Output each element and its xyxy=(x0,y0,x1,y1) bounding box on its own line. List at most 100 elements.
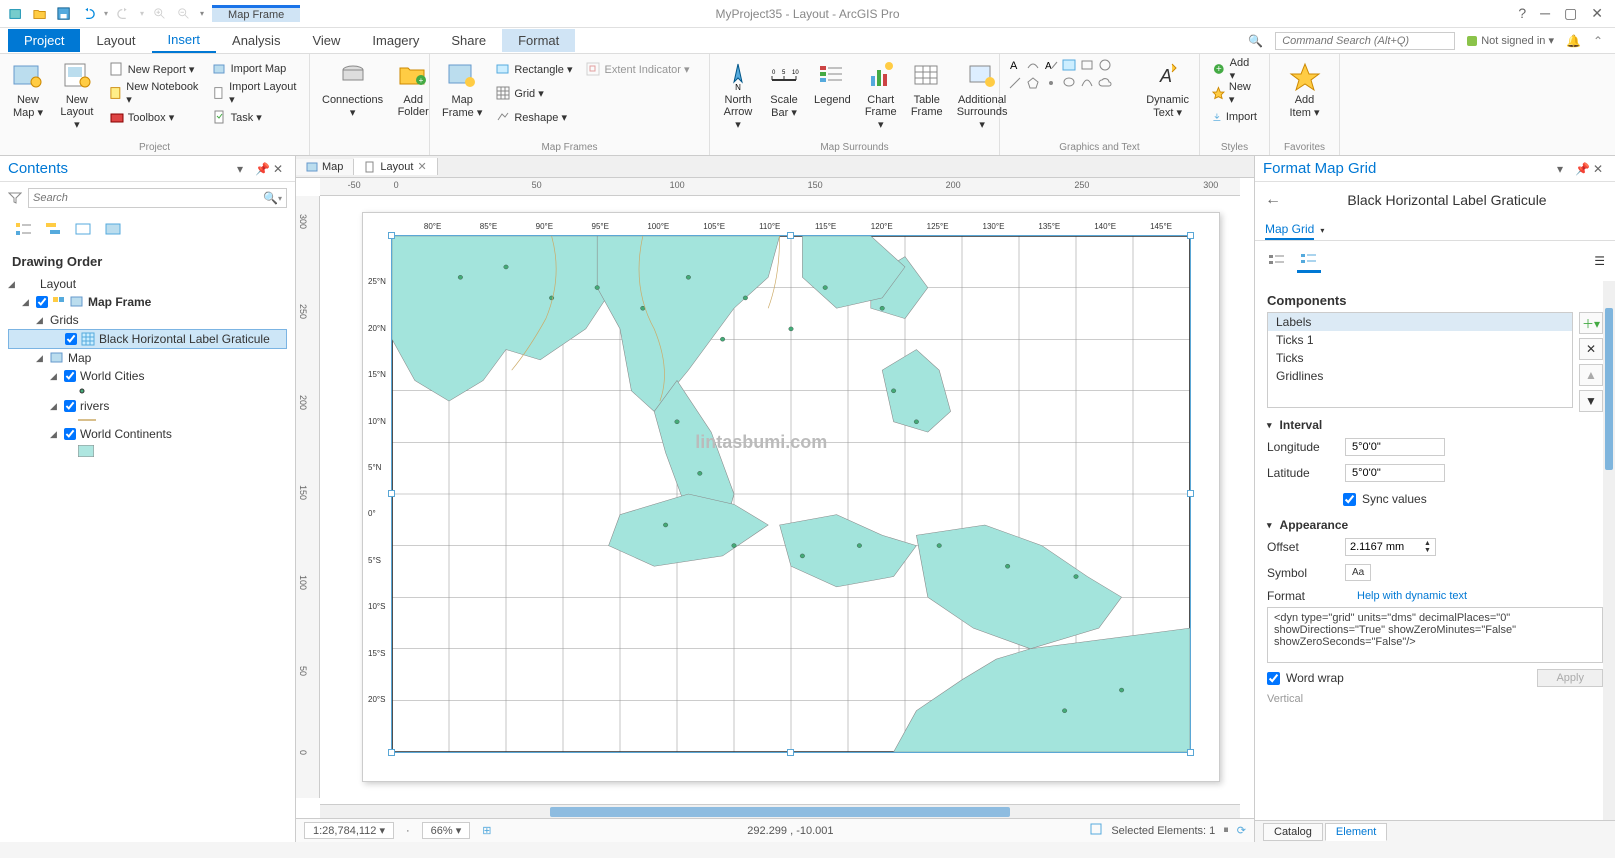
word-wrap-checkbox[interactable] xyxy=(1267,672,1280,685)
scale-field[interactable]: 1:28,784,112 ▾ xyxy=(304,822,394,839)
format-pin-icon[interactable]: 📌 xyxy=(1575,162,1589,176)
toolbox-button[interactable]: Toolbox ▾ xyxy=(106,106,203,128)
new-layout-button[interactable]: New Layout ▾ xyxy=(54,58,100,133)
move-up-button[interactable]: ▲ xyxy=(1579,364,1603,386)
components-list[interactable]: Labels Ticks 1 Ticks Gridlines xyxy=(1267,312,1573,408)
rectangle-button[interactable]: Rectangle ▾ xyxy=(492,58,576,80)
table-frame-button[interactable]: Table Frame xyxy=(907,58,947,120)
add-component-button[interactable]: ＋▾ xyxy=(1579,312,1603,334)
doc-tab-map[interactable]: Map xyxy=(296,159,354,175)
open-project-icon[interactable] xyxy=(32,7,48,21)
help-icon[interactable]: ? xyxy=(1518,5,1526,22)
import-layout-button[interactable]: Import Layout ▾ xyxy=(209,82,301,104)
tree-grids[interactable]: ◢Grids xyxy=(8,311,287,329)
doc-tab-layout[interactable]: Layout✕ xyxy=(354,158,437,175)
styles-add-button[interactable]: +Add ▾ xyxy=(1208,58,1261,80)
text-straight-icon[interactable]: A xyxy=(1044,58,1058,72)
layout-canvas[interactable]: -50 0 50 100 150 200 250 300 300 250 200… xyxy=(296,178,1254,818)
add-folder-button[interactable]: +Add Folder xyxy=(393,58,433,120)
connections-button[interactable]: Connections ▾ xyxy=(318,58,387,121)
component-gridlines[interactable]: Gridlines xyxy=(1268,367,1572,385)
new-project-icon[interactable] xyxy=(8,7,24,21)
search-icon[interactable]: 🔍 xyxy=(263,191,278,205)
rivers-checkbox[interactable] xyxy=(64,400,76,412)
format-menu-icon[interactable]: ▾ xyxy=(1557,162,1571,176)
maximize-icon[interactable]: ▢ xyxy=(1564,5,1577,22)
tree-graticule[interactable]: Black Horizontal Label Graticule xyxy=(8,329,287,349)
close-icon[interactable]: ✕ xyxy=(1591,5,1603,22)
tab-share[interactable]: Share xyxy=(435,29,502,52)
tree-rivers-symbol[interactable] xyxy=(8,415,287,425)
tab-imagery[interactable]: Imagery xyxy=(356,29,435,52)
tree-continents-symbol[interactable] xyxy=(8,443,287,459)
command-search-input[interactable] xyxy=(1275,32,1455,50)
component-ticks1[interactable]: Ticks 1 xyxy=(1268,331,1572,349)
offset-input[interactable] xyxy=(1350,541,1420,553)
reshape-button[interactable]: Reshape ▾ xyxy=(492,106,576,128)
view-by-data-source-icon[interactable] xyxy=(42,218,66,242)
tab-format[interactable]: Format xyxy=(502,29,575,52)
contents-search-input[interactable] xyxy=(33,192,263,204)
appearance-section[interactable]: Appearance xyxy=(1267,512,1603,534)
component-ticks[interactable]: Ticks xyxy=(1268,349,1572,367)
tree-map[interactable]: ◢Map xyxy=(8,349,287,367)
layout-page[interactable]: lintasbumi.com 80°E85°E90°E95°E100°E105°… xyxy=(362,212,1220,782)
import-map-button[interactable]: Import Map xyxy=(209,58,301,80)
styles-new-button[interactable]: New ▾ xyxy=(1208,82,1261,104)
view-by-drawing-order-icon[interactable] xyxy=(12,218,36,242)
burger-menu-icon[interactable]: ☰ xyxy=(1594,254,1605,268)
text-curved-icon[interactable] xyxy=(1026,58,1040,72)
format-scrollbar[interactable] xyxy=(1603,281,1615,820)
zoom-in-icon[interactable] xyxy=(152,7,168,21)
options-view-icon[interactable] xyxy=(1265,249,1289,273)
component-labels[interactable]: Labels xyxy=(1268,313,1572,331)
notifications-icon[interactable]: 🔔 xyxy=(1566,34,1581,48)
cloud-icon[interactable] xyxy=(1098,76,1112,90)
tab-view[interactable]: View xyxy=(296,29,356,52)
signin-button[interactable]: Not signed in ▾ xyxy=(1467,34,1554,47)
tree-map-frame[interactable]: ◢Map Frame xyxy=(8,293,287,311)
map-frame-checkbox[interactable] xyxy=(36,296,48,308)
zoom-field[interactable]: 66% ▾ xyxy=(422,822,471,839)
back-icon[interactable]: ← xyxy=(1265,191,1281,209)
filter-icon[interactable] xyxy=(8,191,22,205)
horizontal-scrollbar[interactable] xyxy=(320,804,1240,818)
graticule-checkbox[interactable] xyxy=(65,333,77,345)
continents-checkbox[interactable] xyxy=(64,428,76,440)
format-textbox[interactable]: <dyn type="grid" units="dms" decimalPlac… xyxy=(1267,607,1603,663)
extent-indicator-button[interactable]: Extent Indicator ▾ xyxy=(582,58,693,80)
new-map-button[interactable]: New Map ▾ xyxy=(8,58,48,121)
rectangle-icon[interactable] xyxy=(1080,58,1094,72)
tree-cities-symbol[interactable] xyxy=(8,385,287,397)
add-item-button[interactable]: Add Item ▾ xyxy=(1278,58,1331,121)
tree-rivers[interactable]: ◢rivers xyxy=(8,397,287,415)
undo-icon[interactable] xyxy=(80,7,96,21)
canvas-inner[interactable]: lintasbumi.com 80°E85°E90°E95°E100°E105°… xyxy=(320,196,1240,798)
map-frame-element[interactable]: lintasbumi.com 80°E85°E90°E95°E100°E105°… xyxy=(391,235,1191,753)
cities-checkbox[interactable] xyxy=(64,370,76,382)
lasso-icon[interactable] xyxy=(1062,76,1076,90)
picture-icon[interactable] xyxy=(1062,58,1076,72)
move-down-button[interactable]: ▼ xyxy=(1579,390,1603,412)
symbol-preview-button[interactable]: Aa xyxy=(1345,564,1371,581)
scale-bar-button[interactable]: 0510Scale Bar ▾ xyxy=(764,58,804,121)
snapping-icon[interactable]: ⊞ xyxy=(482,824,491,837)
collapse-ribbon-icon[interactable]: ⌃ xyxy=(1593,34,1603,48)
point-icon[interactable] xyxy=(1044,76,1058,90)
contents-search[interactable]: 🔍 ▾ xyxy=(28,188,287,208)
interval-section[interactable]: Interval xyxy=(1267,412,1603,434)
help-link[interactable]: Help with dynamic text xyxy=(1357,590,1467,602)
chart-frame-button[interactable]: Chart Frame ▾ xyxy=(861,58,901,133)
components-view-icon[interactable] xyxy=(1297,249,1321,273)
new-report-button[interactable]: New Report ▾ xyxy=(106,58,203,80)
tree-world-cities[interactable]: ◢World Cities xyxy=(8,367,287,385)
view-by-selection-icon[interactable] xyxy=(72,218,96,242)
tree-world-continents[interactable]: ◢World Continents xyxy=(8,425,287,443)
undo-dropdown[interactable]: ▾ xyxy=(104,9,108,18)
tab-analysis[interactable]: Analysis xyxy=(216,29,296,52)
map-grid-tab[interactable]: Map Grid xyxy=(1265,222,1314,240)
line-icon[interactable] xyxy=(1008,76,1022,90)
text-icon[interactable]: A xyxy=(1008,58,1022,72)
sync-values-checkbox[interactable] xyxy=(1343,493,1356,506)
catalog-tab[interactable]: Catalog xyxy=(1263,823,1323,841)
